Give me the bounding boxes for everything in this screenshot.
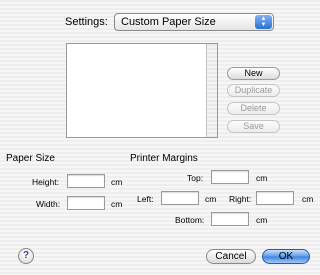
new-button[interactable]: New xyxy=(227,67,280,80)
top-margin-label: Top: xyxy=(187,173,204,183)
left-margin-label: Left: xyxy=(137,194,154,204)
question-mark-icon: ? xyxy=(22,250,30,261)
bottom-margin-label: Bottom: xyxy=(175,215,205,225)
delete-button[interactable]: Delete xyxy=(227,102,280,115)
settings-selected-value: Custom Paper Size xyxy=(121,16,216,28)
paper-size-list[interactable] xyxy=(66,43,218,138)
up-down-arrows-icon: ▲ ▼ xyxy=(255,15,272,29)
bottom-margin-unit: cm xyxy=(256,215,268,225)
top-margin-field[interactable] xyxy=(211,170,249,184)
width-label: Width: xyxy=(36,199,61,209)
width-field[interactable] xyxy=(67,196,105,210)
right-margin-label: Right: xyxy=(229,194,252,204)
printer-margins-heading: Printer Margins xyxy=(130,153,198,164)
paper-size-heading: Paper Size xyxy=(6,153,55,164)
cancel-button[interactable]: Cancel xyxy=(206,249,256,264)
width-unit: cm xyxy=(111,199,123,209)
height-field[interactable] xyxy=(67,174,105,188)
settings-label: Settings: xyxy=(65,16,108,28)
bottom-margin-field[interactable] xyxy=(211,212,249,226)
save-button[interactable]: Save xyxy=(227,120,280,133)
ok-button[interactable]: OK xyxy=(262,249,310,264)
right-margin-unit: cm xyxy=(302,194,314,204)
list-scrollbar[interactable] xyxy=(206,44,217,137)
height-label: Height: xyxy=(32,177,59,187)
left-margin-unit: cm xyxy=(205,194,217,204)
help-button[interactable]: ? xyxy=(18,248,34,264)
height-unit: cm xyxy=(111,177,123,187)
settings-popup[interactable]: Custom Paper Size ▲ ▼ xyxy=(114,13,274,31)
right-margin-field[interactable] xyxy=(256,191,294,205)
duplicate-button[interactable]: Duplicate xyxy=(227,84,280,97)
left-margin-field[interactable] xyxy=(161,191,199,205)
top-margin-unit: cm xyxy=(256,173,268,183)
